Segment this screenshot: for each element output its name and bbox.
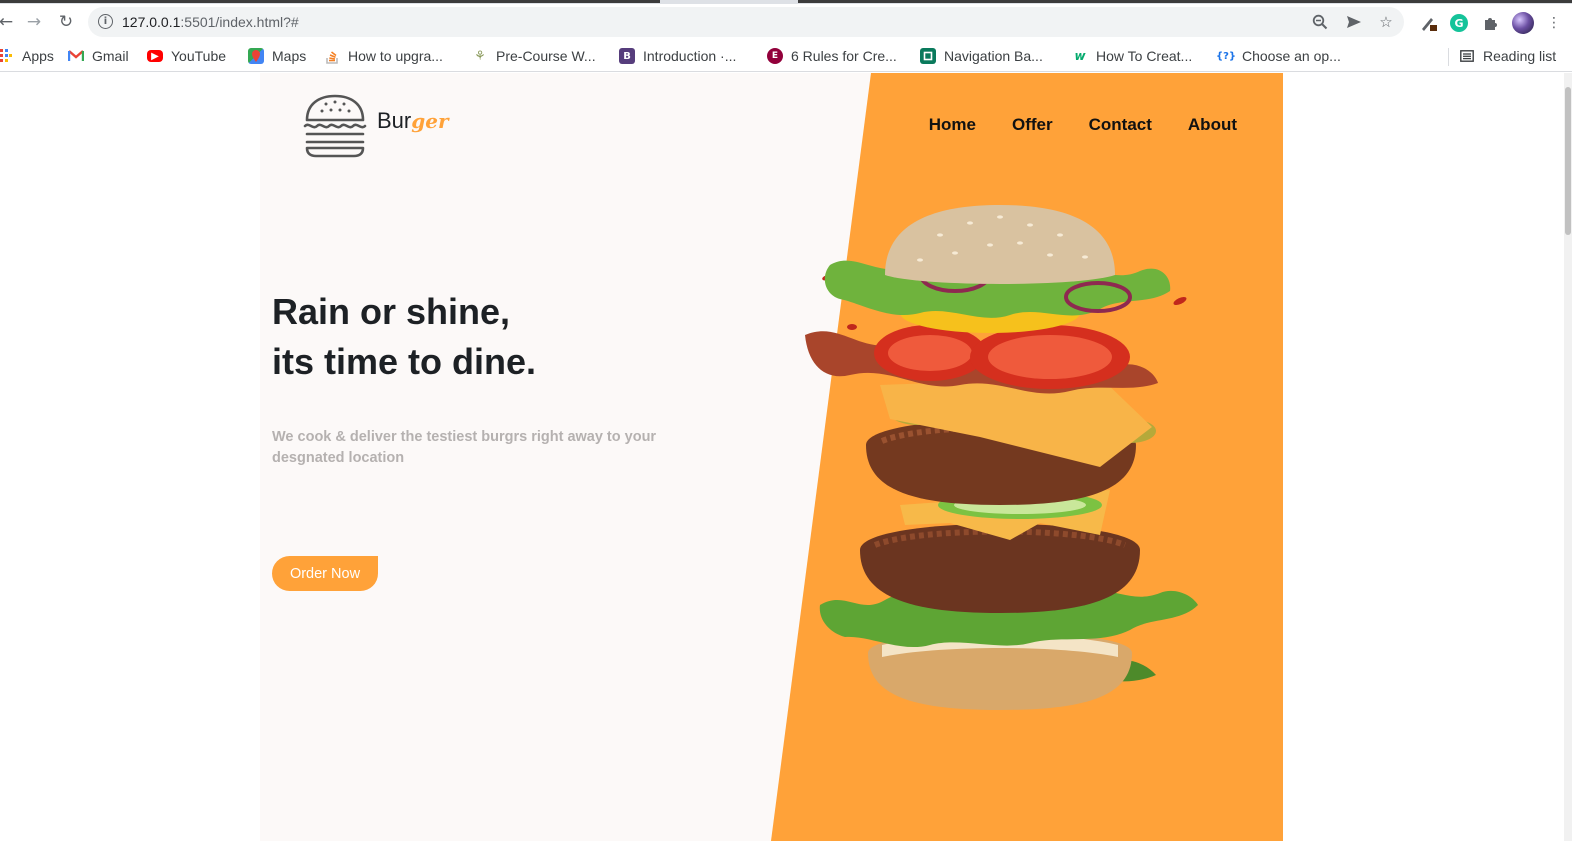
nav-about[interactable]: About [1188, 115, 1237, 135]
tree-icon: ⚘ [474, 48, 486, 64]
url-text[interactable]: 127.0.0.1:5501/index.html?# [122, 14, 299, 30]
bookmark-choose[interactable]: {?} Choose an op... [1215, 46, 1341, 66]
address-bar[interactable]: i 127.0.0.1:5501/index.html?# ☆ [88, 7, 1404, 37]
bookmark-apps[interactable]: Apps [0, 46, 54, 66]
puzzle-icon[interactable] [1481, 14, 1499, 32]
grammarly-icon[interactable]: G [1450, 14, 1468, 32]
codepen-icon [920, 48, 936, 64]
bookmark-label: Maps [272, 48, 307, 64]
bookmark-maps[interactable]: Maps [248, 46, 306, 66]
bookmark-label: Introduction ·... [643, 48, 737, 64]
brand-logo[interactable]: Burger [302, 93, 449, 159]
maps-icon [248, 48, 264, 64]
burger-hero-image [805, 205, 1198, 710]
page-scrollbar[interactable] [1564, 73, 1572, 841]
bookmark-w3schools[interactable]: w How To Creat... [1072, 46, 1192, 66]
landing-page: Burger Home Offer Contact About Rain or … [260, 73, 1283, 841]
code-braces-icon: {?} [1215, 50, 1237, 62]
url-path: :5501/index.html?# [180, 14, 299, 30]
tab-inactive[interactable] [0, 0, 660, 3]
extension-pen-icon[interactable] [1420, 14, 1438, 32]
hero-headline: Rain or shine, its time to dine. [272, 287, 536, 387]
youtube-icon: ▶ [147, 50, 163, 62]
order-now-button[interactable]: Order Now [272, 556, 378, 591]
profile-avatar[interactable] [1512, 12, 1534, 34]
bookmark-youtube[interactable]: ▶ YouTube [147, 46, 226, 66]
bookmark-label: How To Creat... [1096, 48, 1193, 64]
brand-name-accent: ger [411, 109, 449, 133]
brand-name: Burger [377, 108, 449, 134]
main-nav: Home Offer Contact About [929, 115, 1237, 135]
bootstrap-icon: B [619, 48, 635, 64]
reading-list-icon [1459, 48, 1475, 64]
hero-headline-line2: its time to dine. [272, 341, 537, 382]
url-host: 127.0.0.1 [122, 14, 181, 30]
bookmark-label: Apps [22, 48, 54, 64]
bookmark-bootstrap[interactable]: B Introduction ·... [619, 46, 736, 66]
stackoverflow-icon [324, 48, 340, 64]
reload-icon[interactable]: ↻ [54, 10, 78, 34]
bookmarks-divider [1448, 48, 1449, 66]
w3schools-icon: w [1074, 49, 1086, 63]
send-icon[interactable] [1344, 12, 1364, 32]
reading-list-button[interactable]: Reading list [1459, 46, 1556, 66]
elementor-icon: E [767, 48, 783, 64]
browser-toolbar: ← → ↻ i 127.0.0.1:5501/index.html?# ☆ G … [0, 4, 1572, 40]
bookmark-label: YouTube [171, 48, 227, 64]
burger-logo-icon [303, 94, 367, 158]
bookmark-gmail[interactable]: Gmail [68, 46, 129, 66]
back-icon[interactable]: ← [0, 10, 18, 34]
bookmark-elementor[interactable]: E 6 Rules for Cre... [767, 46, 897, 66]
nav-offer[interactable]: Offer [1012, 115, 1053, 135]
scrollbar-thumb[interactable] [1565, 87, 1571, 235]
hero-description: We cook & deliver the testiest burgrs ri… [272, 429, 657, 466]
bookmark-label: How to upgra... [348, 48, 443, 64]
nav-home[interactable]: Home [929, 115, 976, 135]
bookmark-star-icon[interactable]: ☆ [1376, 12, 1396, 32]
bookmark-label: 6 Rules for Cre... [791, 48, 897, 64]
bookmarks-bar: Apps Gmail ▶ YouTube Maps How to upgra..… [0, 40, 1572, 72]
nav-contact[interactable]: Contact [1089, 115, 1152, 135]
page-viewport: Burger Home Offer Contact About Rain or … [0, 73, 1572, 841]
bookmark-label: Gmail [92, 48, 129, 64]
hero-headline-line1: Rain or shine, [272, 291, 511, 332]
menu-kebab-icon[interactable]: ⋮ [1545, 14, 1563, 32]
site-info-icon[interactable]: i [98, 14, 113, 29]
bookmark-label: Navigation Ba... [944, 48, 1043, 64]
reading-list-label: Reading list [1483, 48, 1557, 64]
bookmark-precourse[interactable]: ⚘ Pre-Course W... [472, 46, 596, 66]
apps-grid-icon [0, 48, 14, 64]
bookmark-label: Pre-Course W... [496, 48, 596, 64]
bookmark-stackoverflow[interactable]: How to upgra... [324, 46, 443, 66]
bookmark-navbar[interactable]: Navigation Ba... [920, 46, 1043, 66]
bookmark-label: Choose an op... [1242, 48, 1341, 64]
forward-icon[interactable]: → [22, 10, 46, 34]
zoom-icon[interactable] [1310, 12, 1330, 32]
gmail-icon [68, 48, 84, 64]
tab-inactive[interactable] [798, 0, 1572, 3]
brand-name-plain: Bur [377, 108, 412, 133]
